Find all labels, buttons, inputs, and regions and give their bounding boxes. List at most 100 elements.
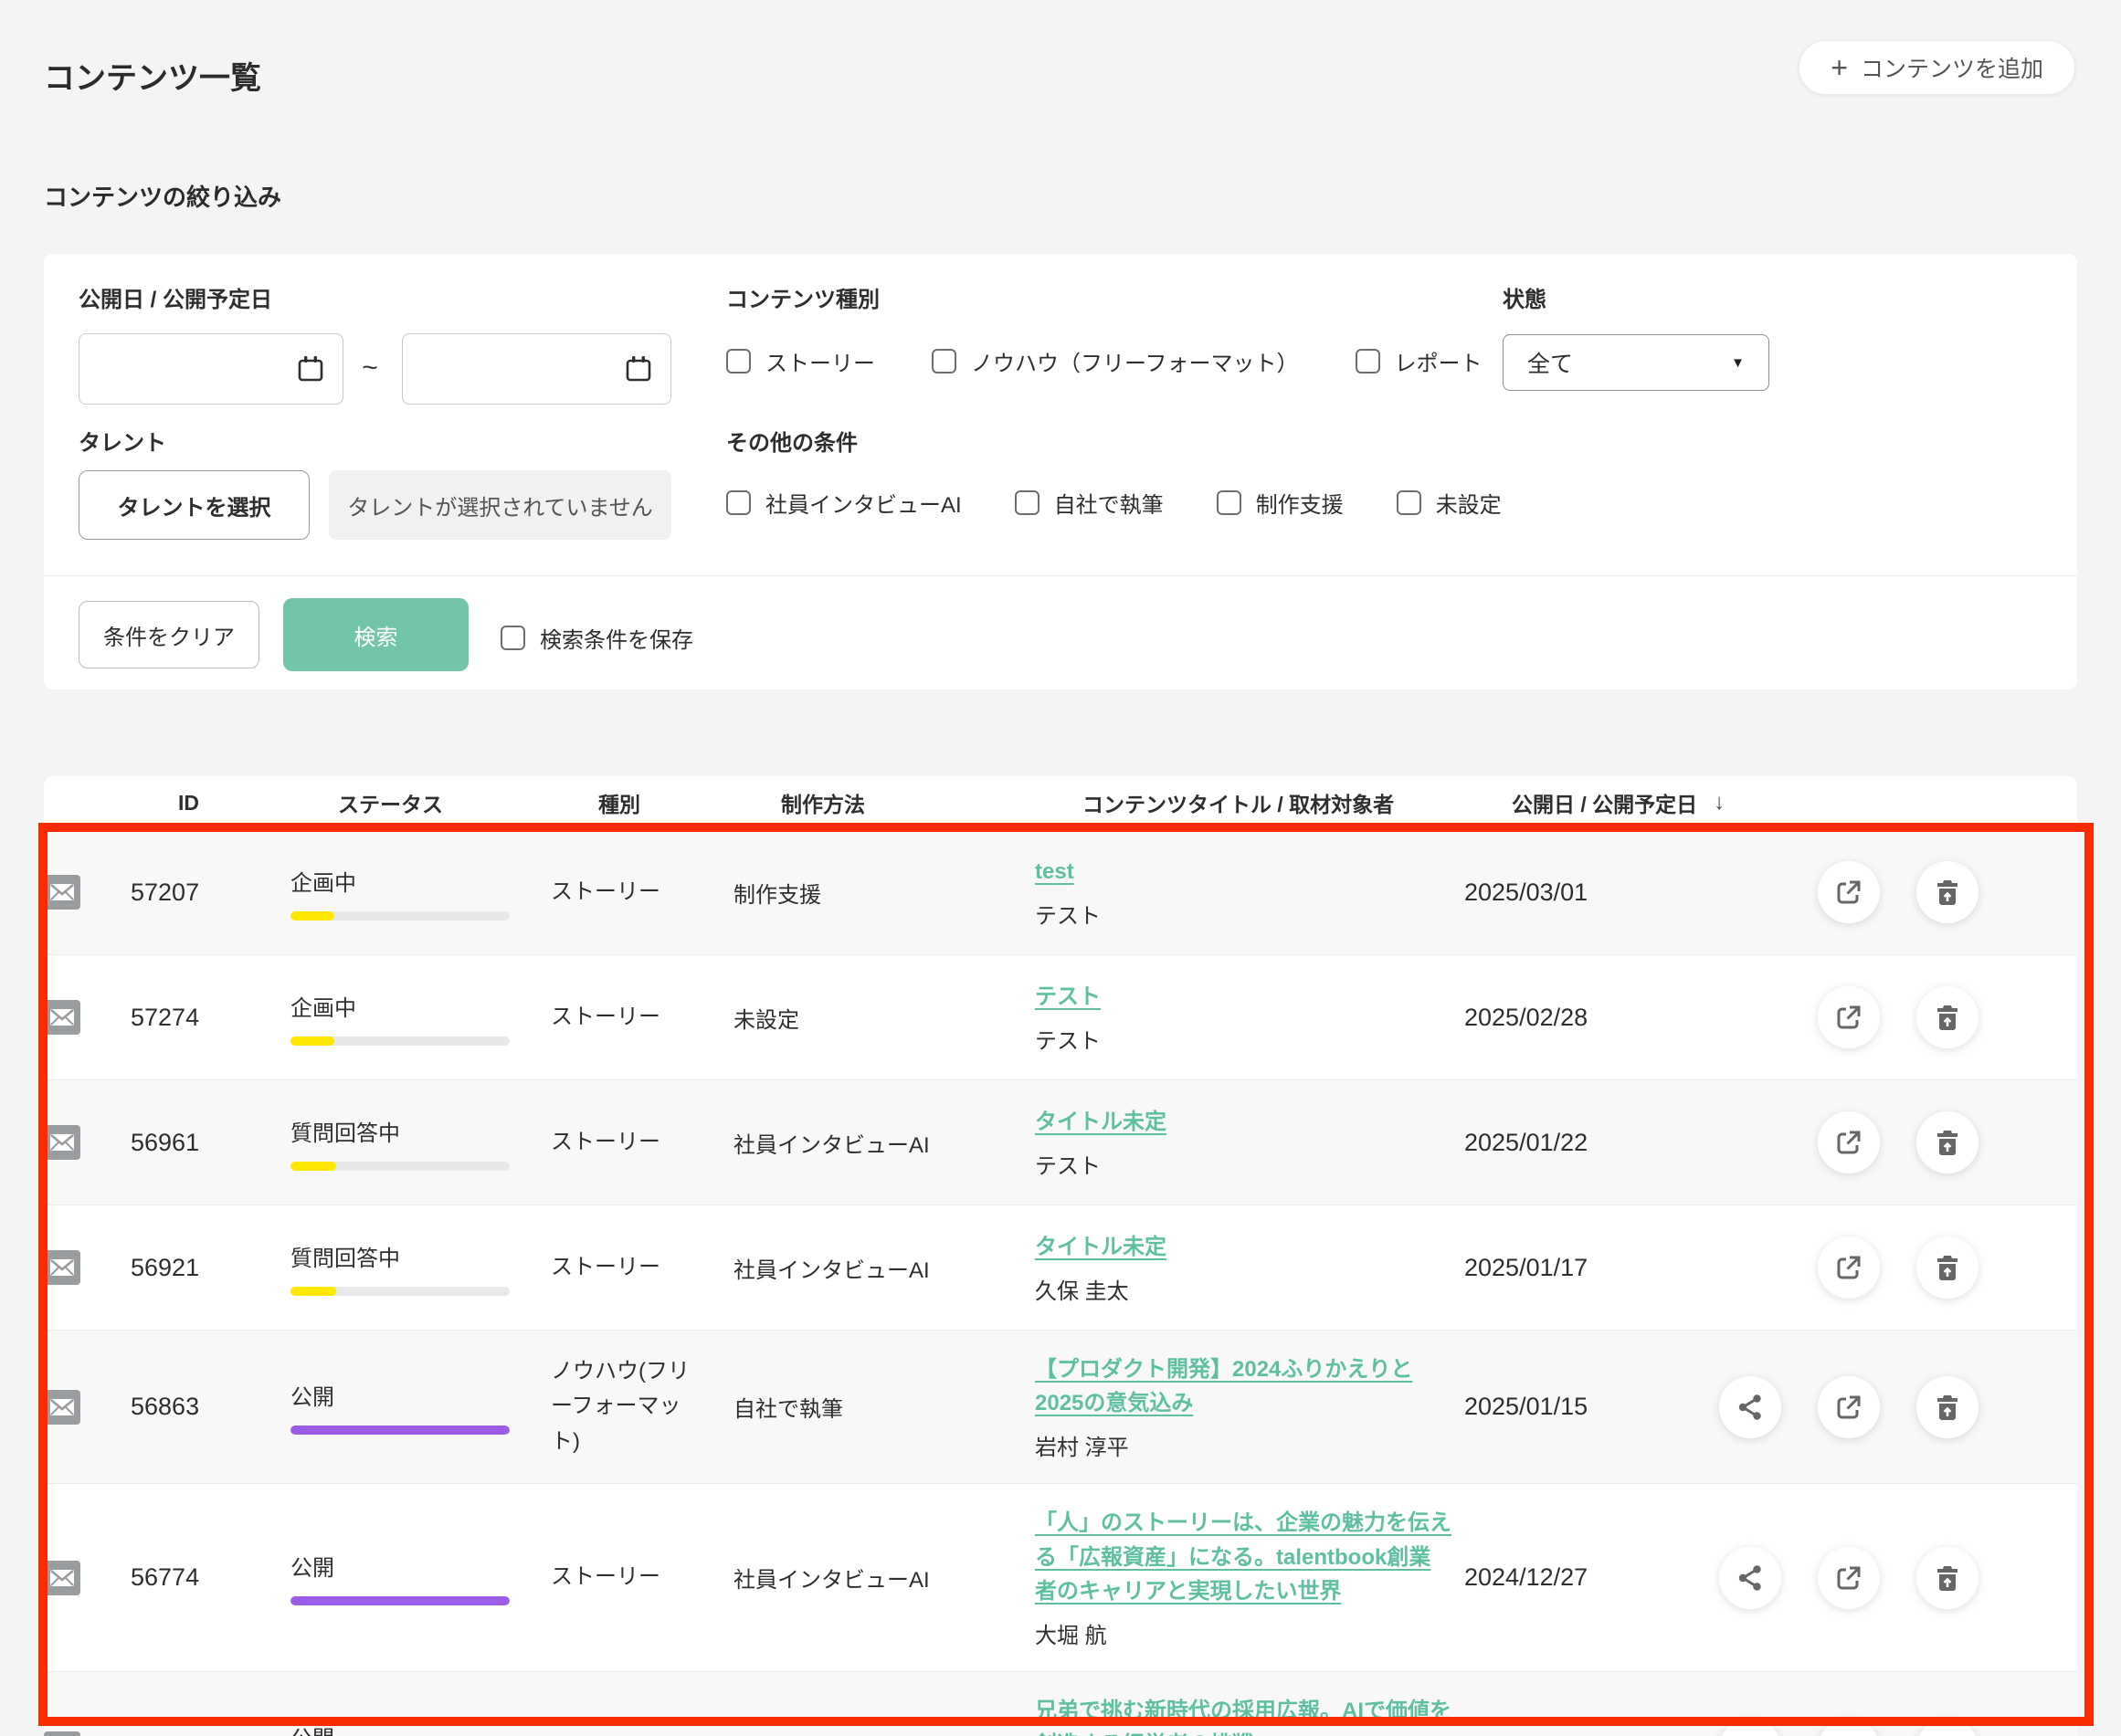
row-id: 57274 [131, 1004, 290, 1032]
row-method: 社員インタビューAI [733, 1252, 1035, 1284]
row-title-cell: テスト テスト [1035, 980, 1457, 1055]
content-title-link[interactable]: 兄弟で挑む新時代の採用広報。AIで価値を創造する経営者の挑戦 [1035, 1699, 1451, 1736]
row-method: 社員インタビューAI [733, 1562, 1035, 1594]
external-link-button[interactable] [1818, 861, 1880, 923]
mail-icon[interactable] [44, 1125, 80, 1160]
checkbox-box[interactable] [1217, 490, 1241, 515]
row-status: 公開 [290, 1550, 551, 1605]
row-method: 未設定 [733, 1002, 1035, 1034]
external-link-button[interactable] [1818, 986, 1880, 1048]
external-link-button[interactable] [1818, 1111, 1880, 1173]
row-id: 56774 [131, 1563, 290, 1592]
trash-button[interactable] [1916, 986, 1979, 1048]
checkbox-box[interactable] [1015, 490, 1039, 515]
table-row[interactable]: 57274 企画中 ストーリー 未設定 テスト テスト 2025/02/28 [44, 954, 2077, 1079]
row-date: 2024/12/27 [1464, 1563, 1679, 1592]
content-type-label: コンテンツ種別 [726, 281, 880, 313]
search-button[interactable]: 検索 [283, 598, 469, 671]
table-row[interactable]: 56863 公開 ノウハウ(フリーフォーマット) 自社で執筆 【プロダクト開発】… [44, 1330, 2077, 1483]
header-date[interactable]: 公開日 / 公開予定日 ↓ [1512, 787, 1726, 818]
mail-icon[interactable] [44, 875, 80, 910]
content-title-link[interactable]: タイトル未定 [1035, 1235, 1166, 1259]
add-content-button[interactable]: + コンテンツを追加 [1799, 40, 2075, 95]
row-type: ストーリー [551, 875, 702, 910]
content-list-page: コンテンツ一覧 + コンテンツを追加 コンテンツの絞り込み 公開日 / 公開予定… [0, 0, 2121, 1736]
mail-icon[interactable] [44, 1390, 80, 1425]
other-condition-checkbox[interactable]: 自社で執筆 [1015, 487, 1164, 519]
calendar-icon[interactable] [295, 353, 326, 384]
date-to-input[interactable] [402, 333, 671, 405]
checkbox-box[interactable] [501, 626, 525, 650]
row-type: ストーリー [551, 1250, 702, 1285]
mail-icon[interactable] [44, 1250, 80, 1285]
status-text: 公開 [290, 1720, 551, 1736]
external-link-button[interactable] [1818, 1236, 1880, 1299]
checkbox-box[interactable] [726, 490, 751, 515]
share-button[interactable] [1719, 1376, 1781, 1438]
clear-conditions-button[interactable]: 条件をクリア [79, 601, 259, 668]
trash-button[interactable] [1916, 861, 1979, 923]
table-row[interactable]: 56774 公開 ストーリー 社員インタビューAI 「人」のストーリーは、企業の… [44, 1483, 2077, 1671]
save-search-checkbox[interactable]: 検索条件を保存 [501, 622, 693, 654]
share-button[interactable] [1719, 1718, 1781, 1736]
mail-icon[interactable] [44, 1561, 80, 1595]
content-title-link[interactable]: test [1035, 859, 1074, 884]
trash-button[interactable] [1916, 1547, 1979, 1609]
row-title-cell: test テスト [1035, 855, 1457, 930]
external-link-button[interactable] [1818, 1547, 1880, 1609]
other-condition-checkbox[interactable]: 制作支援 [1217, 487, 1344, 519]
calendar-icon[interactable] [623, 353, 654, 384]
content-type-checkbox[interactable]: ストーリー [726, 345, 875, 377]
checkbox-label: ノウハウ（フリーフォーマット） [971, 345, 1299, 377]
table-row[interactable]: 56698 公開 ストーリー 社員インタビューAI 兄弟で挑む新時代の採用広報。… [44, 1671, 2077, 1736]
table-row[interactable]: 56921 質問回答中 ストーリー 社員インタビューAI タイトル未定 久保 圭… [44, 1205, 2077, 1330]
interview-subject: 岩村 淳平 [1035, 1429, 1451, 1461]
table-row[interactable]: 56961 質問回答中 ストーリー 社員インタビューAI タイトル未定 テスト … [44, 1079, 2077, 1205]
content-type-checkbox-group: ストーリー ノウハウ（フリーフォーマット） レポート [726, 345, 1483, 377]
row-actions [1679, 1111, 2077, 1173]
mail-icon[interactable] [44, 1000, 80, 1035]
status-progress-fill [290, 1426, 510, 1435]
date-from-input[interactable] [79, 333, 343, 405]
row-title-cell: 【プロダクト開発】2024ふりかえりと2025の意気込み 岩村 淳平 [1035, 1352, 1457, 1461]
checkbox-box[interactable] [932, 349, 956, 374]
other-condition-checkbox[interactable]: 社員インタビューAI [726, 487, 962, 519]
status-text: 質問回答中 [290, 1115, 551, 1147]
select-talent-button[interactable]: タレントを選択 [79, 470, 310, 540]
trash-button[interactable] [1916, 1111, 1979, 1173]
row-actions [1679, 1376, 2077, 1438]
status-progress-bar [290, 1596, 510, 1605]
status-progress-fill [290, 1036, 334, 1046]
trash-button[interactable] [1916, 1236, 1979, 1299]
content-title-link[interactable]: テスト [1035, 984, 1101, 1009]
mail-icon[interactable] [44, 1731, 80, 1736]
content-title-link[interactable]: 「人」のストーリーは、企業の魅力を伝える「広報資産」になる。talentbook… [1035, 1510, 1451, 1603]
trash-button[interactable] [1916, 1376, 1979, 1438]
state-select-value: 全て [1527, 346, 1573, 379]
checkbox-label: 自社で執筆 [1054, 487, 1164, 519]
other-condition-checkbox[interactable]: 未設定 [1397, 487, 1502, 519]
row-status: 企画中 [290, 990, 551, 1046]
content-title-link[interactable]: 【プロダクト開発】2024ふりかえりと2025の意気込み [1035, 1357, 1412, 1415]
content-type-checkbox[interactable]: ノウハウ（フリーフォーマット） [932, 345, 1299, 377]
talent-label: タレント [79, 425, 166, 457]
other-conditions-label: その他の条件 [726, 425, 858, 457]
checkbox-label: 検索条件を保存 [540, 622, 693, 654]
row-type: ストーリー [551, 1125, 702, 1160]
row-actions [1679, 1547, 2077, 1609]
share-button[interactable] [1719, 1547, 1781, 1609]
checkbox-box[interactable] [1397, 490, 1421, 515]
checkbox-box[interactable] [1356, 349, 1380, 374]
external-link-button[interactable] [1818, 1376, 1880, 1438]
plus-icon: + [1831, 53, 1848, 82]
content-type-checkbox[interactable]: レポート [1356, 345, 1483, 377]
content-title-link[interactable]: タイトル未定 [1035, 1110, 1166, 1134]
table-row[interactable]: 57207 企画中 ストーリー 制作支援 test テスト 2025/03/01 [44, 829, 2077, 954]
trash-button[interactable] [1916, 1718, 1979, 1736]
row-date: 2025/02/28 [1464, 1004, 1679, 1032]
external-link-button[interactable] [1818, 1718, 1880, 1736]
checkbox-box[interactable] [726, 349, 751, 374]
sort-descending-icon[interactable]: ↓ [1714, 790, 1725, 815]
interview-subject: 大堀 航 [1035, 1617, 1451, 1649]
state-select[interactable]: 全て ▼ [1503, 334, 1769, 391]
